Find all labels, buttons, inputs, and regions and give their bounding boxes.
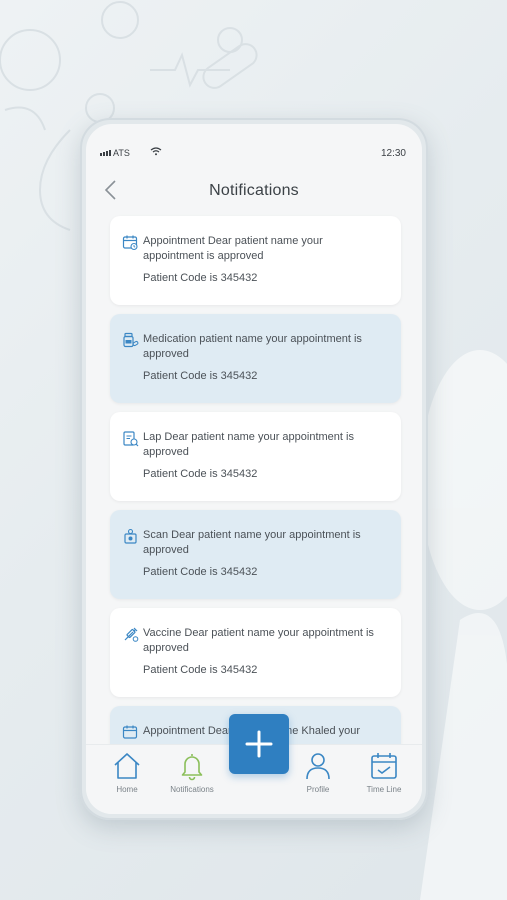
profile-icon xyxy=(306,753,330,780)
notification-card[interactable]: Lap Dear patient name your appointment i… xyxy=(110,412,401,501)
carrier-label: ATS xyxy=(113,148,130,158)
phone-screen: ATS 12:30 Notifications Appointment Dear… xyxy=(86,124,422,814)
plus-icon xyxy=(245,730,273,758)
calendar-icon xyxy=(122,235,138,251)
nav-notifications[interactable]: Notifications xyxy=(160,751,224,794)
notification-message: Vaccine Dear patient name your appointme… xyxy=(143,627,374,654)
medication-icon xyxy=(123,332,139,348)
vaccine-icon xyxy=(124,627,139,642)
nav-home[interactable]: Home xyxy=(95,751,159,794)
nav-home-label: Home xyxy=(116,785,138,794)
nav-profile[interactable]: Profile xyxy=(286,751,350,794)
nav-timeline-label: Time Line xyxy=(366,785,402,794)
patient-code: Patient Code is 345432 xyxy=(143,664,258,676)
add-button[interactable] xyxy=(229,714,289,774)
calendar-check-icon xyxy=(371,753,397,779)
phone-frame: ATS 12:30 Notifications Appointment Dear… xyxy=(80,118,428,820)
notification-card[interactable]: Appointment Dear patient name your appoi… xyxy=(110,216,401,305)
notification-card[interactable]: Medication patient name your appointment… xyxy=(110,314,401,403)
patient-code: Patient Code is 345432 xyxy=(143,566,258,578)
notification-message: Medication patient name your appointment… xyxy=(143,333,362,360)
signal-icon xyxy=(100,150,111,156)
wifi-icon xyxy=(150,146,162,158)
nav-profile-label: Profile xyxy=(306,785,330,794)
scan-icon xyxy=(124,528,137,544)
notification-message: Lap Dear patient name your appointment i… xyxy=(143,431,354,458)
patient-code: Patient Code is 345432 xyxy=(143,272,258,284)
lab-report-icon xyxy=(123,431,139,447)
notification-card[interactable]: Scan Dear patient name your appointment … xyxy=(110,510,401,599)
home-icon xyxy=(114,753,140,779)
calendar-icon xyxy=(122,725,138,739)
notification-message: Scan Dear patient name your appointment … xyxy=(143,529,361,556)
patient-code: Patient Code is 345432 xyxy=(143,468,258,480)
notification-card[interactable]: Vaccine Dear patient name your appointme… xyxy=(110,608,401,697)
nav-timeline[interactable]: Time Line xyxy=(352,751,416,794)
page-title: Notifications xyxy=(209,182,299,199)
notification-message: Appointment Dear patient name your appoi… xyxy=(143,235,323,262)
header: Notifications xyxy=(86,172,422,208)
clock: 12:30 xyxy=(380,148,406,159)
patient-code: Patient Code is 345432 xyxy=(143,370,258,382)
bell-icon xyxy=(181,754,203,781)
status-bar: ATS 12:30 xyxy=(86,124,422,164)
nav-notifications-label: Notifications xyxy=(170,785,214,794)
